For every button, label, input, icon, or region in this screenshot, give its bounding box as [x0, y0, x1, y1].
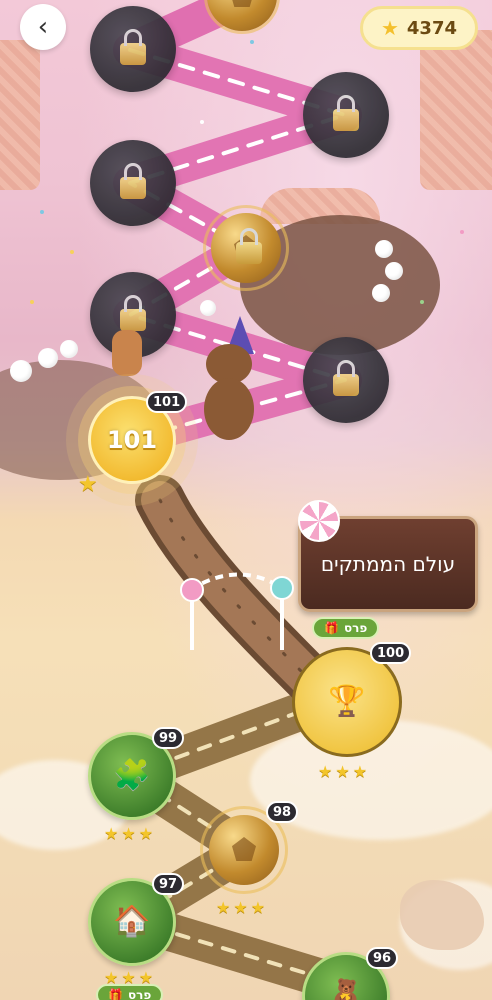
current-level-stars: ★	[78, 472, 101, 497]
house-icon: 🏠	[113, 904, 151, 939]
level-stars-98: ★★★	[216, 898, 269, 917]
trophy-icon: 🏆	[328, 684, 366, 719]
level-map: 101 101 ★ עולם הממתקים 🎁 פרס 🏆 100 ★★★ 🧩…	[0, 0, 492, 1000]
level-badge-99: 99	[152, 727, 185, 749]
lollipop-icon	[298, 500, 340, 542]
puzzle-icon: 🧩	[113, 758, 151, 793]
world-reward-label: פרס	[343, 621, 368, 635]
world-reward-pill[interactable]: 🎁 פרס	[312, 617, 380, 639]
coin-counter[interactable]: ★ 4374	[360, 6, 478, 50]
current-level-badge: 101	[146, 391, 188, 413]
gift-icon: 🎁	[108, 988, 123, 1000]
level-node-locked-reward[interactable]	[203, 205, 289, 291]
padlock-icon	[120, 29, 146, 65]
level-97-reward-pill[interactable]: 🎁 פרס	[96, 984, 164, 1000]
level-node-locked[interactable]	[303, 337, 389, 423]
wizard-bear-character	[196, 316, 266, 446]
level-stars-100: ★★★	[318, 762, 371, 781]
gingerbread-character	[112, 330, 142, 376]
padlock-icon	[236, 228, 262, 264]
level-badge-100: 100	[370, 642, 412, 664]
padlock-icon	[120, 163, 146, 199]
level-node-locked[interactable]	[90, 6, 176, 92]
padlock-icon	[120, 295, 146, 331]
padlock-icon	[333, 95, 359, 131]
bear-torso	[204, 378, 254, 440]
level-badge-98: 98	[266, 801, 299, 823]
current-level-number: 101	[106, 426, 158, 454]
padlock-icon	[333, 360, 359, 396]
level-node-locked[interactable]	[303, 72, 389, 158]
gift-icon: 🎁	[324, 621, 339, 635]
chevron-left-icon: ‹	[37, 12, 49, 42]
teddy-bear-icon: 🧸	[327, 978, 365, 1000]
back-button[interactable]: ‹	[20, 4, 66, 50]
world-title: עולם הממתקים	[320, 552, 456, 576]
coin-count: 4374	[406, 17, 458, 39]
level-badge-96: 96	[366, 947, 399, 969]
level-node-locked[interactable]	[90, 140, 176, 226]
level-stars-99: ★★★	[104, 824, 157, 843]
crowned-ball-icon	[209, 815, 279, 885]
star-coin-icon: ★	[380, 16, 399, 40]
level-97-reward-label: פרס	[127, 988, 152, 1000]
level-badge-97: 97	[152, 873, 185, 895]
